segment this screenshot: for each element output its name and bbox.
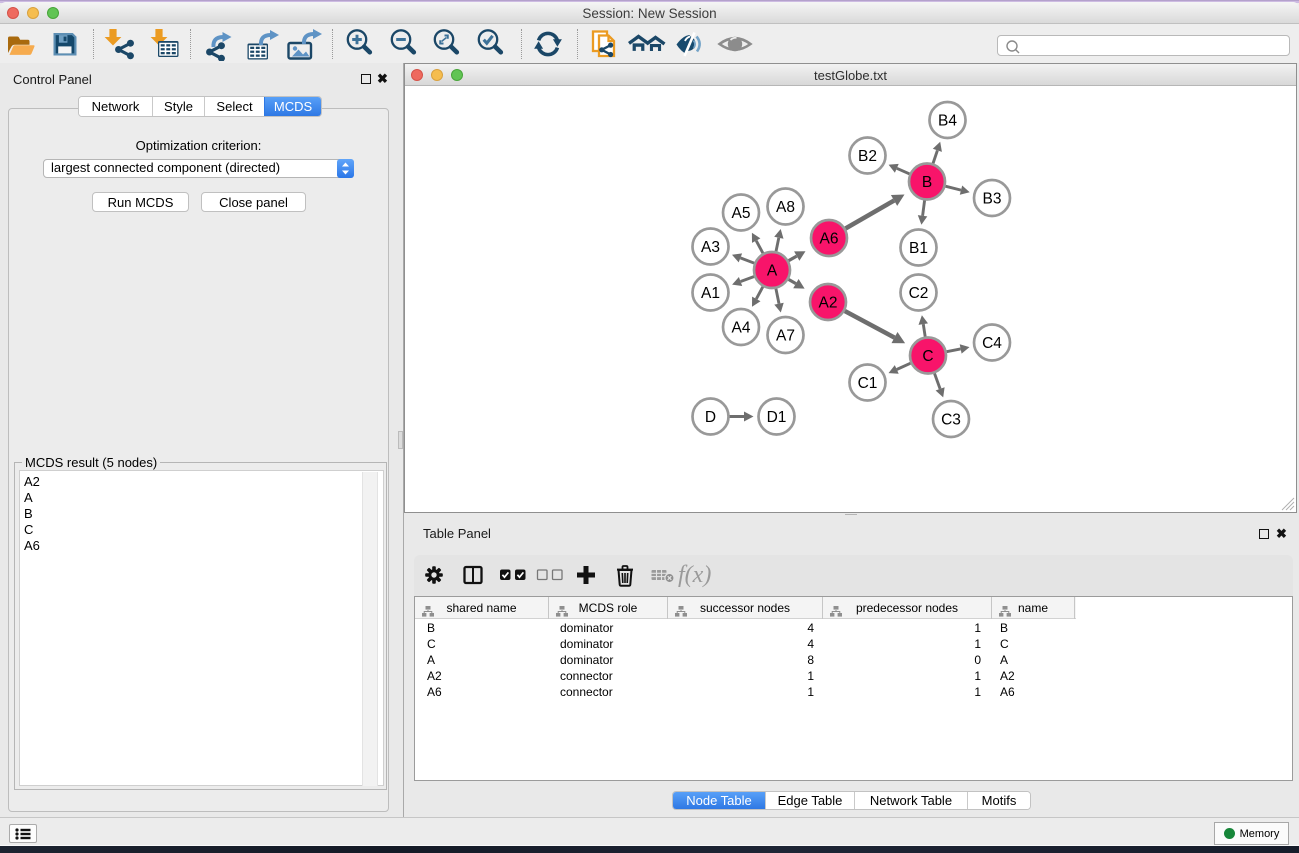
svg-text:C: C <box>922 348 933 365</box>
svg-text:A6: A6 <box>820 231 839 248</box>
svg-text:B: B <box>922 174 932 191</box>
svg-text:A3: A3 <box>701 239 720 256</box>
svg-text:A5: A5 <box>732 205 751 222</box>
svg-text:B3: B3 <box>983 191 1002 208</box>
svg-text:B1: B1 <box>909 240 928 257</box>
svg-text:A2: A2 <box>819 295 838 312</box>
svg-text:A7: A7 <box>776 328 795 345</box>
svg-text:B4: B4 <box>938 113 957 130</box>
svg-text:A: A <box>767 263 778 280</box>
svg-text:C1: C1 <box>858 375 878 392</box>
svg-text:D1: D1 <box>767 409 787 426</box>
svg-text:A1: A1 <box>701 285 720 302</box>
svg-text:B2: B2 <box>858 148 877 165</box>
svg-text:C2: C2 <box>909 285 929 302</box>
svg-text:D: D <box>705 409 716 426</box>
svg-text:A4: A4 <box>732 320 751 337</box>
svg-text:C3: C3 <box>941 412 961 429</box>
svg-text:A8: A8 <box>776 199 795 216</box>
svg-text:C4: C4 <box>982 335 1002 352</box>
